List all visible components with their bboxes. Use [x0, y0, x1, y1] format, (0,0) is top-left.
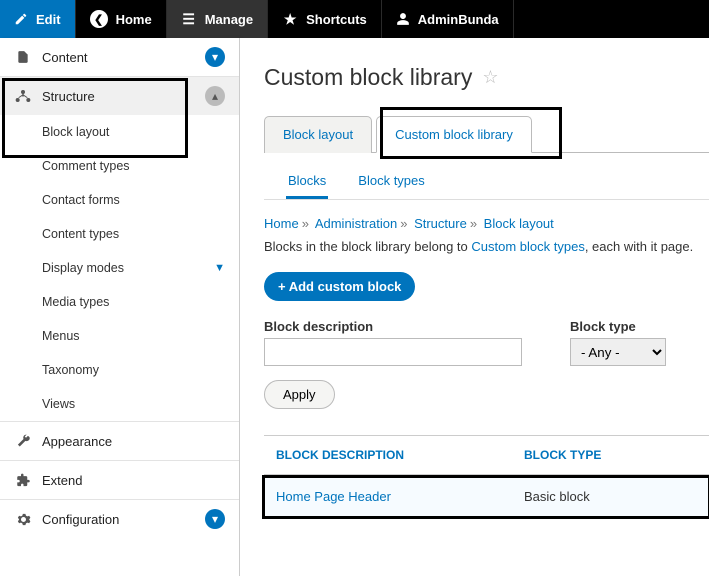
table-row: Home Page Header Basic block: [264, 475, 709, 518]
th-block-type[interactable]: BLOCK TYPE: [524, 448, 601, 462]
puzzle-icon: [14, 473, 32, 488]
crumb-administration[interactable]: Administration: [315, 216, 397, 231]
sidebar-item-display-modes[interactable]: Display modes ▼: [0, 251, 239, 285]
block-type-select[interactable]: - Any -: [570, 338, 666, 366]
sidebar-item-configuration[interactable]: Configuration ▾: [0, 500, 239, 538]
pencil-icon: [14, 12, 28, 26]
tab-label: Blocks: [288, 173, 326, 188]
filter-block-type: Block type - Any -: [570, 319, 666, 366]
file-icon: [14, 50, 32, 64]
toolbar-manage-label: Manage: [205, 12, 253, 27]
sidebar-item-views[interactable]: Views: [0, 387, 239, 421]
admin-sidebar: Content ▾ Structure ▴ Block layout Comme…: [0, 38, 240, 576]
add-custom-block-button[interactable]: + Add custom block: [264, 272, 415, 301]
cell-block-type: Basic block: [524, 489, 590, 504]
tab-block-layout[interactable]: Block layout: [264, 116, 372, 153]
filters: Block description Block type - Any -: [264, 319, 709, 366]
page-title: Custom block library ☆: [264, 64, 709, 91]
gear-icon: [14, 512, 32, 527]
sidebar-item-label: Content: [42, 50, 205, 65]
toolbar-shortcuts-label: Shortcuts: [306, 12, 367, 27]
sitemap-icon: [14, 89, 32, 103]
sidebar-item-menus[interactable]: Menus: [0, 319, 239, 353]
hamburger-icon: ☰: [181, 11, 197, 28]
apply-button[interactable]: Apply: [264, 380, 335, 409]
toolbar-edit[interactable]: Edit: [0, 0, 76, 38]
sidebar-item-label: Extend: [42, 473, 225, 488]
cell-block-description: Home Page Header: [264, 489, 524, 504]
page-title-text: Custom block library: [264, 64, 472, 91]
sidebar-item-structure[interactable]: Structure ▴: [0, 77, 239, 115]
sidebar-item-appearance[interactable]: Appearance: [0, 422, 239, 460]
user-icon: [396, 12, 410, 26]
toolbar-home-label: Home: [116, 12, 152, 27]
sidebar-item-label: Display modes: [42, 261, 124, 275]
sidebar-item-label: Menus: [42, 329, 80, 343]
sidebar-item-label: Appearance: [42, 434, 225, 449]
sidebar-item-label: Comment types: [42, 159, 130, 173]
sidebar-item-label: Structure: [42, 89, 205, 104]
crumb-structure[interactable]: Structure: [414, 216, 467, 231]
sidebar-item-label: Views: [42, 397, 75, 411]
chevron-up-icon: ▴: [205, 86, 225, 106]
sidebar-item-label: Taxonomy: [42, 363, 99, 377]
crumb-home[interactable]: Home: [264, 216, 299, 231]
text: Blocks in the block library belong to: [264, 239, 471, 254]
sidebar-item-media-types[interactable]: Media types: [0, 285, 239, 319]
breadcrumb: Home» Administration» Structure» Block l…: [264, 216, 709, 231]
content-pane: Custom block library ☆ Block layout Cust…: [240, 38, 709, 576]
chevron-down-icon: ▾: [205, 47, 225, 67]
block-description-input[interactable]: [264, 338, 522, 366]
caret-down-icon: ▼: [214, 262, 225, 274]
toolbar-edit-label: Edit: [36, 12, 61, 27]
filter-label: Block type: [570, 319, 666, 334]
sidebar-item-label: Block layout: [42, 125, 109, 139]
wrench-icon: [14, 434, 32, 449]
tab-label: Custom block library: [395, 127, 513, 142]
tab-label: Block types: [358, 173, 424, 188]
admin-toolbar: Edit ❮ Home ☰ Manage ★ Shortcuts AdminBu…: [0, 0, 709, 38]
tab-label: Block layout: [283, 127, 353, 142]
sidebar-item-contact-forms[interactable]: Contact forms: [0, 183, 239, 217]
sidebar-item-label: Media types: [42, 295, 109, 309]
star-outline-icon[interactable]: ☆: [482, 67, 498, 88]
tab-custom-block-library[interactable]: Custom block library: [376, 116, 532, 153]
table-header: BLOCK DESCRIPTION BLOCK TYPE: [264, 435, 709, 475]
crumb-block-layout[interactable]: Block layout: [484, 216, 554, 231]
sidebar-item-content[interactable]: Content ▾: [0, 38, 239, 76]
link-home-page-header[interactable]: Home Page Header: [276, 489, 391, 504]
toolbar-manage[interactable]: ☰ Manage: [167, 0, 268, 38]
chevron-down-icon: ▾: [205, 509, 225, 529]
subtab-block-types[interactable]: Block types: [356, 167, 426, 199]
star-icon: ★: [282, 11, 298, 28]
sidebar-item-block-layout[interactable]: Block layout: [0, 115, 239, 149]
sidebar-item-extend[interactable]: Extend: [0, 461, 239, 499]
primary-tabs: Block layout Custom block library: [264, 115, 709, 153]
secondary-tabs: Blocks Block types: [264, 167, 709, 200]
lead-text: Blocks in the block library belong to Cu…: [264, 239, 709, 254]
sidebar-item-label: Contact forms: [42, 193, 120, 207]
link-custom-block-types[interactable]: Custom block types: [471, 239, 584, 254]
filter-label: Block description: [264, 319, 522, 334]
text: , each with it page.: [585, 239, 693, 254]
th-block-description[interactable]: BLOCK DESCRIPTION: [264, 448, 524, 462]
sidebar-item-label: Content types: [42, 227, 119, 241]
toolbar-user-label: AdminBunda: [418, 12, 499, 27]
toolbar-home[interactable]: ❮ Home: [76, 0, 167, 38]
toolbar-user[interactable]: AdminBunda: [382, 0, 514, 38]
sidebar-item-content-types[interactable]: Content types: [0, 217, 239, 251]
sidebar-item-taxonomy[interactable]: Taxonomy: [0, 353, 239, 387]
back-arrow-icon: ❮: [90, 10, 108, 28]
toolbar-shortcuts[interactable]: ★ Shortcuts: [268, 0, 382, 38]
sidebar-item-comment-types[interactable]: Comment types: [0, 149, 239, 183]
sidebar-item-label: Configuration: [42, 512, 205, 527]
subtab-blocks[interactable]: Blocks: [286, 167, 328, 199]
filter-block-description: Block description: [264, 319, 522, 366]
